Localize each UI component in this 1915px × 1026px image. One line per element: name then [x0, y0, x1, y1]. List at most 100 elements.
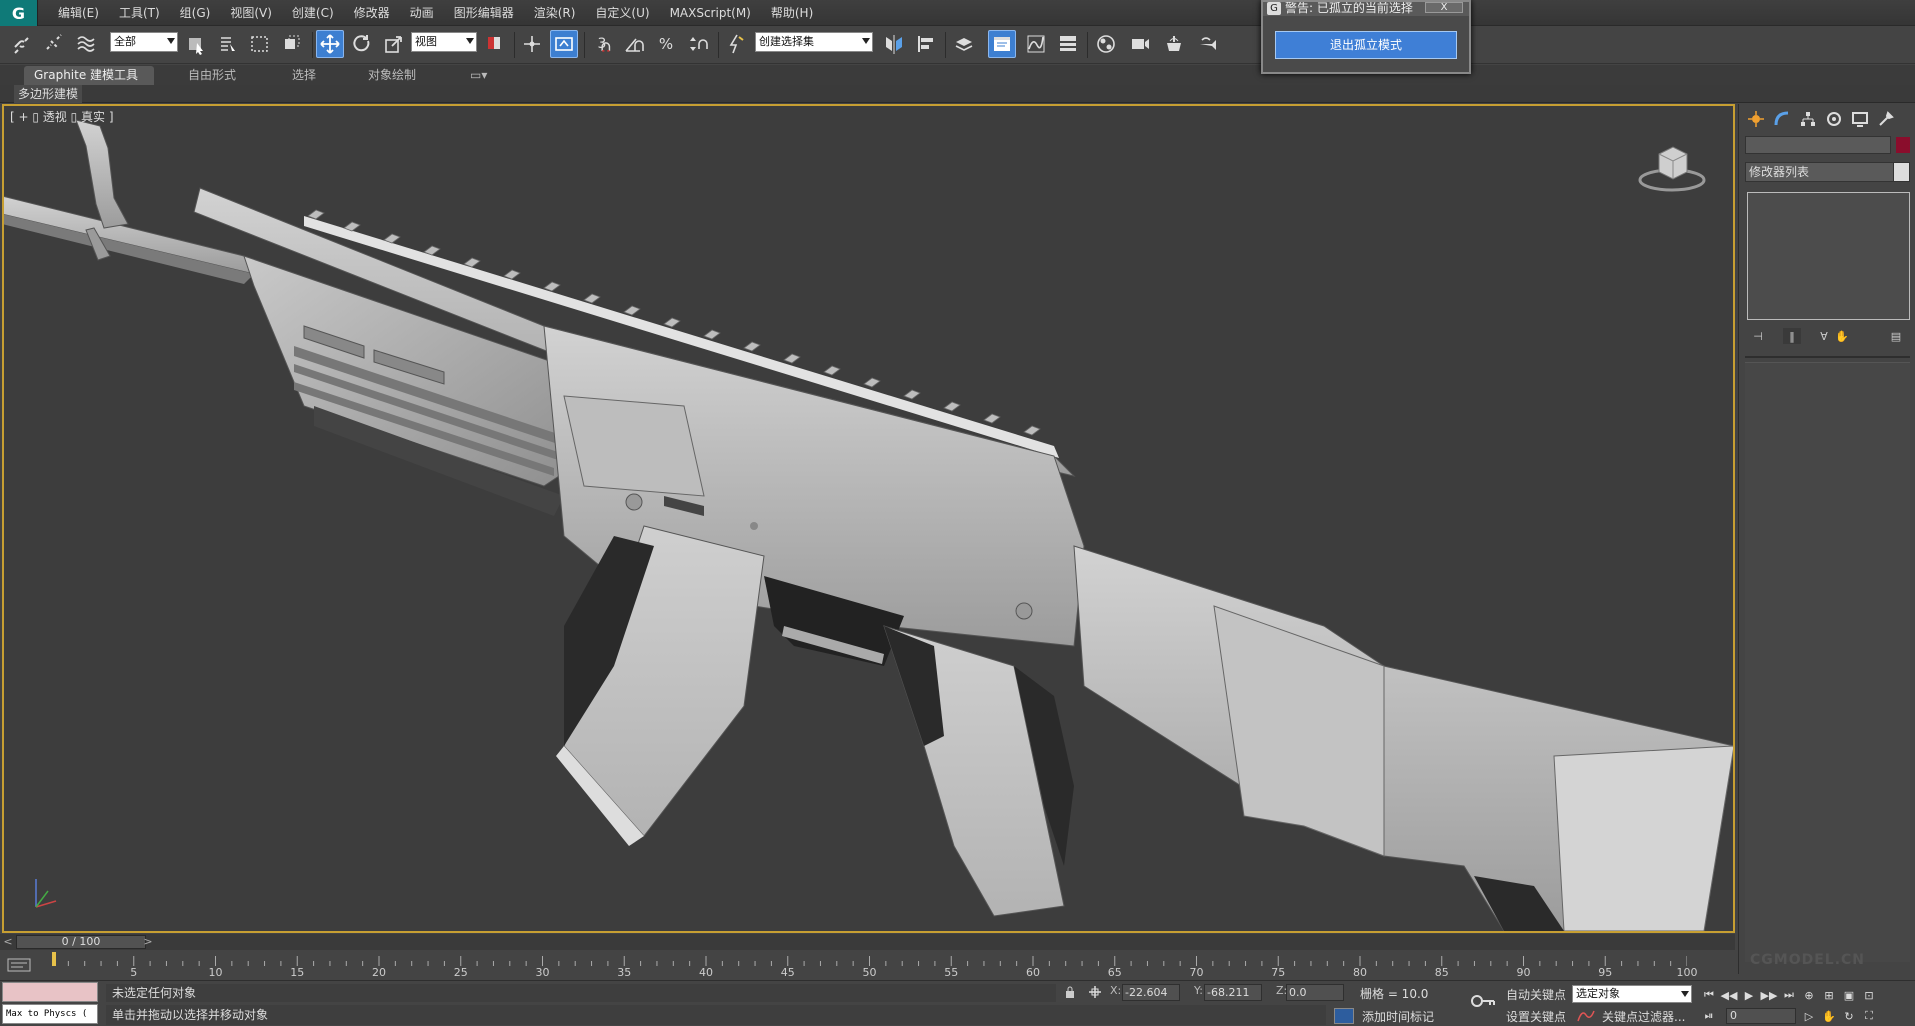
maxscript-output[interactable]: Max to Physcs ( [2, 1004, 98, 1024]
window-crossing-icon[interactable] [278, 30, 306, 58]
select-move-icon[interactable] [316, 30, 344, 58]
z-coordinate-field[interactable]: 0.0 [1286, 984, 1344, 1001]
utilities-tab-icon[interactable] [1875, 108, 1897, 130]
exit-isolation-button[interactable]: 退出孤立模式 [1275, 31, 1457, 59]
select-manipulate-icon[interactable] [518, 30, 546, 58]
field-of-view-icon[interactable]: ▷ [1800, 1008, 1818, 1024]
unlink-icon[interactable] [40, 30, 68, 58]
menu-item[interactable]: 图形编辑器 [444, 0, 524, 26]
zoom-extents-all-icon[interactable]: ⊡ [1860, 987, 1878, 1003]
zoom-icon[interactable]: ⊕ [1800, 987, 1818, 1003]
mini-curve-editor-icon[interactable] [6, 956, 36, 974]
make-unique-icon[interactable]: ∀ [1815, 328, 1833, 344]
layer-manager-icon[interactable] [950, 30, 978, 58]
ribbon-tab[interactable]: Graphite 建模工具 [24, 66, 154, 85]
menu-item[interactable]: 动画 [400, 0, 444, 26]
reference-coord-dropdown[interactable]: 视图 [411, 32, 477, 52]
render-setup-icon[interactable] [1126, 30, 1154, 58]
pan-view-icon[interactable]: ✋ [1820, 1008, 1838, 1024]
prev-key-icon[interactable]: ◀◀ [1720, 987, 1738, 1003]
goto-end-icon[interactable]: ⏭ [1780, 987, 1798, 1003]
key-mode-icon[interactable]: ⏯ [1700, 1008, 1718, 1024]
spinner-snap-icon[interactable] [684, 30, 712, 58]
key-filter-curve-icon[interactable] [1576, 1009, 1596, 1023]
play-icon[interactable]: ▶ [1740, 987, 1758, 1003]
app-logo-button[interactable]: G [0, 0, 38, 26]
modifier-list-dropdown[interactable]: 修改器列表 [1745, 162, 1910, 182]
select-object-icon[interactable] [182, 30, 210, 58]
menu-item[interactable]: 视图(V) [220, 0, 282, 26]
polygon-modeling-panel-label[interactable]: 多边形建模 [14, 85, 83, 103]
y-coordinate-field[interactable]: -68.211 [1204, 984, 1262, 1001]
viewcube-icon[interactable] [1637, 136, 1707, 196]
hierarchy-tab-icon[interactable] [1797, 108, 1819, 130]
modify-tab-icon[interactable] [1771, 108, 1793, 130]
menu-item[interactable]: 帮助(H) [761, 0, 823, 26]
set-key-button[interactable]: 设置关键点 [1506, 1008, 1566, 1025]
next-key-icon[interactable]: ▶▶ [1760, 987, 1778, 1003]
add-time-tag[interactable]: 添加时间标记 [1362, 1008, 1434, 1025]
track-bar-ruler[interactable]: 5 10 15 20 25 30 35 40 45 50 55 60 65 70 75 80 85 90 95 100 [52, 950, 1698, 980]
goto-start-icon[interactable]: ⏮ [1700, 987, 1718, 1003]
menu-item[interactable]: 修改器 [344, 0, 400, 26]
menu-item[interactable]: 工具(T) [109, 0, 170, 26]
select-rotate-icon[interactable] [348, 30, 376, 58]
rendered-frame-window-icon[interactable] [1160, 30, 1188, 58]
lock-selection-icon[interactable] [1064, 985, 1076, 999]
select-by-name-icon[interactable] [214, 30, 242, 58]
scene-explorer-icon[interactable] [988, 30, 1016, 58]
menu-item[interactable]: 渲染(R) [524, 0, 586, 26]
schematic-view-icon[interactable] [1054, 30, 1082, 58]
snaps-toggle-icon[interactable]: 3 [588, 30, 616, 58]
object-name-field[interactable] [1745, 136, 1891, 154]
key-filters-button[interactable]: 关键点过滤器... [1602, 1008, 1685, 1025]
link-icon[interactable] [8, 30, 36, 58]
modifier-stack[interactable] [1747, 192, 1910, 320]
current-frame-field[interactable]: 0 [1726, 1008, 1796, 1024]
maximize-viewport-icon[interactable]: ⛶ [1860, 1008, 1878, 1024]
mirror-icon[interactable] [880, 30, 908, 58]
ribbon-options-icon[interactable]: ▭▾ [460, 66, 497, 85]
render-production-icon[interactable] [1194, 30, 1222, 58]
time-slider[interactable]: < 0 / 100 > [0, 934, 1735, 950]
configure-modifier-sets-icon[interactable]: ▤ [1887, 328, 1905, 344]
ribbon-tab[interactable]: 选择 [282, 66, 326, 85]
zoom-extents-icon[interactable]: ▣ [1840, 987, 1858, 1003]
prev-frame-arrow-icon[interactable]: < [2, 935, 14, 949]
material-editor-icon[interactable] [1092, 30, 1120, 58]
angle-snap-icon[interactable] [620, 30, 648, 58]
absolute-mode-icon[interactable] [1088, 985, 1102, 999]
set-key-icon[interactable] [1470, 991, 1496, 1011]
orbit-icon[interactable]: ↻ [1840, 1008, 1858, 1024]
pin-stack-icon[interactable]: ⊣ [1749, 328, 1767, 344]
track-bar[interactable]: 5 10 15 20 25 30 35 40 45 50 55 60 65 70 75 80 85 90 95 100 [0, 950, 1735, 980]
align-icon[interactable] [912, 30, 940, 58]
named-selection-sets-dropdown[interactable]: 创建选择集 [755, 32, 873, 52]
menu-item[interactable]: MAXScript(M) [660, 0, 761, 26]
zoom-all-icon[interactable]: ⊞ [1820, 987, 1838, 1003]
x-coordinate-field[interactable]: -22.604 [1122, 984, 1180, 1001]
curve-editor-icon[interactable] [1022, 30, 1050, 58]
create-tab-icon[interactable] [1745, 108, 1767, 130]
pivot-center-icon[interactable] [481, 30, 509, 58]
edit-named-selection-icon[interactable] [722, 30, 750, 58]
time-slider-thumb[interactable]: 0 / 100 [16, 935, 146, 949]
dialog-close-button[interactable]: X [1425, 2, 1463, 13]
menu-item[interactable]: 组(G) [170, 0, 221, 26]
key-selection-dropdown[interactable]: 选定对象 [1572, 985, 1692, 1003]
menu-item[interactable]: 编辑(E) [48, 0, 109, 26]
viewport-label[interactable]: [ + ▯ 透视 ▯ 真实 ] [10, 108, 114, 125]
rect-selection-icon[interactable] [246, 30, 274, 58]
object-color-swatch[interactable] [1896, 137, 1910, 153]
ribbon-tab[interactable]: 对象绘制 [358, 66, 426, 85]
auto-key-button[interactable]: 自动关键点 [1506, 986, 1566, 1003]
show-end-result-icon[interactable]: ‖ [1783, 328, 1801, 344]
menu-item[interactable]: 自定义(U) [585, 0, 659, 26]
perspective-viewport[interactable]: [ + ▯ 透视 ▯ 真实 ] [2, 104, 1735, 933]
select-scale-icon[interactable] [380, 30, 408, 58]
keyboard-shortcut-override-icon[interactable] [550, 30, 578, 58]
ribbon-tab[interactable]: 自由形式 [178, 66, 246, 85]
rifle-3d-model[interactable] [4, 106, 1735, 933]
next-frame-arrow-icon[interactable]: > [142, 935, 154, 949]
remove-modifier-icon[interactable]: ✋ [1833, 328, 1851, 344]
